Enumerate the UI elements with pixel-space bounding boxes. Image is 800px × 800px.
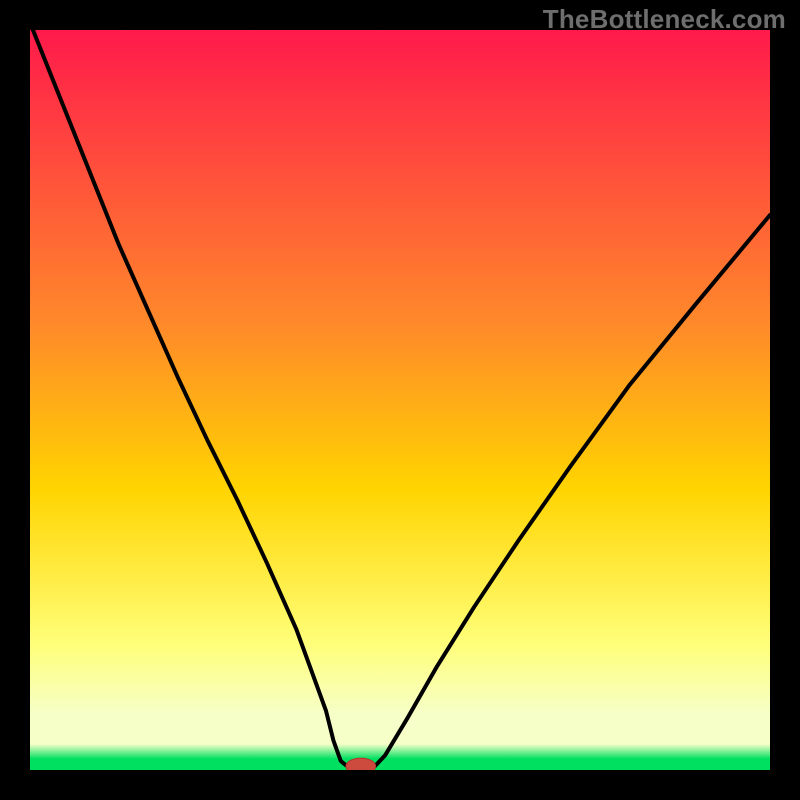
plot-area <box>30 30 770 770</box>
watermark-text: TheBottleneck.com <box>543 4 786 35</box>
bottleneck-curve-chart <box>30 30 770 770</box>
gradient-background <box>30 30 770 770</box>
minimum-marker <box>346 758 376 770</box>
chart-frame: TheBottleneck.com <box>0 0 800 800</box>
